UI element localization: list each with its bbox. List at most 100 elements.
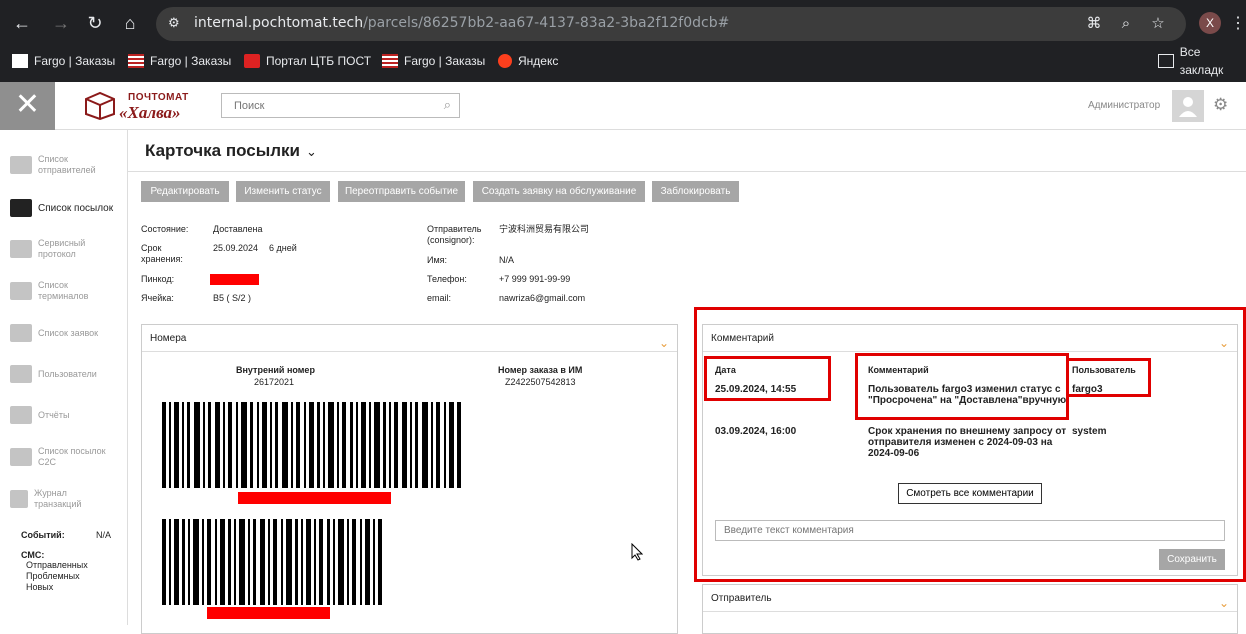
page-title[interactable]: Карточка посылки ⌄	[145, 141, 317, 161]
sidebar-item-service-protocol[interactable]: Сервисный протокол	[10, 234, 108, 264]
bookmark-portal[interactable]: Портал ЦТБ ПОСТ	[244, 52, 371, 70]
col-date: Дата	[715, 365, 736, 375]
search-input[interactable]	[222, 94, 422, 117]
box-c2c-icon	[10, 448, 32, 466]
storage-days: 6 дней	[269, 243, 297, 253]
sender-value: 宁波科洲贸易有限公司	[499, 224, 590, 234]
gear-icon[interactable]: ⚙	[1213, 95, 1228, 115]
barcode-internal	[162, 402, 461, 488]
search-icon[interactable]: ⌕	[444, 97, 451, 113]
comment-user: fargo3	[1072, 384, 1103, 395]
bookmark-yandex[interactable]: Яндекс	[498, 52, 558, 70]
list-icon	[10, 240, 32, 258]
view-all-comments-button[interactable]: Смотреть все комментарии	[898, 483, 1042, 504]
user-silhouette-icon	[1179, 97, 1197, 117]
order-number-value: Z2422507542813	[505, 377, 576, 387]
numbers-panel-header[interactable]: Номера ⌄	[142, 325, 677, 352]
create-service-request-button[interactable]: Создать заявку на обслуживание	[473, 181, 645, 202]
phone-label: Телефон:	[427, 274, 467, 284]
barcode-order	[162, 519, 382, 605]
pin-label: Пинкод:	[141, 274, 175, 284]
terminal-icon	[10, 282, 32, 300]
chevron-down-icon[interactable]: ⌄	[1219, 590, 1229, 617]
profile-avatar[interactable]: X	[1199, 12, 1221, 34]
chevron-down-icon[interactable]: ⌄	[659, 330, 669, 357]
fargo-favicon-icon	[12, 54, 28, 68]
comments-panel-header[interactable]: Комментарий ⌄	[703, 325, 1237, 352]
comment-date: 25.09.2024, 14:55	[715, 384, 797, 395]
user-role: Администратор	[1088, 100, 1161, 111]
name-label: Имя:	[427, 255, 448, 265]
sidebar-item-users[interactable]: Пользователи	[10, 359, 97, 389]
sidebar-item-reports[interactable]: Отчёты	[10, 400, 69, 430]
col-comment: Комментарий	[868, 365, 929, 375]
browser-menu-icon[interactable]: ⋮	[1230, 13, 1246, 33]
sender-label: Отправитель (consignor):	[427, 224, 482, 245]
sidebar-item-terminals[interactable]: Список терминалов	[10, 276, 108, 306]
sidebar-item-requests[interactable]: Список заявок	[10, 318, 98, 348]
back-arrow-icon[interactable]: ←	[9, 10, 35, 36]
col-user: Пользователь	[1072, 365, 1136, 375]
cell-label: Ячейка:	[141, 293, 174, 303]
forward-arrow-icon[interactable]: →	[48, 10, 74, 36]
users-icon	[10, 365, 32, 383]
box-logo-icon	[85, 91, 115, 121]
storage-label: Срок хранения:	[141, 243, 183, 264]
cell-value: B5 ( S/2 )	[213, 293, 252, 303]
home-icon[interactable]: ⌂	[117, 10, 143, 36]
comment-text: Пользователь fargo3 изменил статус с "Пр…	[868, 384, 1067, 406]
sms-problem[interactable]: Проблемных	[26, 571, 88, 582]
translate-icon[interactable]: ⌘	[1084, 14, 1104, 34]
block-button[interactable]: Заблокировать	[652, 181, 739, 202]
sidebar-stats: Событий: N/A СМС: Отправленных Проблемны…	[21, 530, 111, 593]
storage-value: 25.09.2024	[213, 243, 259, 253]
sender-panel: Отправитель ⌄	[702, 584, 1238, 634]
sms-sent[interactable]: Отправленных	[26, 560, 88, 571]
bookmark-fargo-2[interactable]: Fargo | Заказы	[128, 52, 231, 70]
sender-panel-header[interactable]: Отправитель ⌄	[703, 585, 1237, 612]
comment-date: 03.09.2024, 16:00	[715, 426, 797, 437]
address-bar[interactable]: ⚙ internal.pochtomat.tech/parcels/86257b…	[156, 7, 1186, 41]
ruble-icon	[10, 490, 28, 508]
logo[interactable]: ПОЧТОМАТ «Халва»	[83, 90, 193, 124]
sms-new[interactable]: Новых	[26, 582, 88, 593]
bookmark-fargo-3[interactable]: Fargo | Заказы	[382, 52, 485, 70]
search-box[interactable]: ⌕	[221, 93, 460, 118]
events-label: Событий:	[21, 530, 65, 540]
close-menu-icon[interactable]: ✕	[0, 82, 55, 130]
send-icon	[10, 324, 32, 342]
yandex-favicon-icon	[498, 54, 512, 68]
internal-number-value: 26172021	[254, 377, 295, 387]
app-header: ✕ ПОЧТОМАТ «Халва» ⌕ Администратор ⚙	[0, 82, 1246, 130]
zoom-icon[interactable]: ⌕	[1116, 14, 1136, 34]
email-label: email:	[427, 293, 452, 303]
events-value: N/A	[96, 530, 112, 540]
bookmark-star-icon[interactable]: ☆	[1148, 14, 1168, 34]
edit-button[interactable]: Редактировать	[141, 181, 229, 202]
name-value: N/A	[499, 255, 515, 265]
fargo-favicon-icon	[128, 54, 144, 68]
change-status-button[interactable]: Изменить статус	[236, 181, 330, 202]
redacted-barcode-text	[238, 492, 391, 504]
chevron-down-icon[interactable]: ⌄	[306, 144, 317, 159]
chevron-down-icon[interactable]: ⌄	[1219, 330, 1229, 357]
user-avatar[interactable]	[1172, 90, 1204, 122]
all-bookmarks[interactable]: Все закладк	[1158, 45, 1246, 77]
portal-favicon-icon	[244, 54, 260, 68]
comment-input[interactable]	[715, 520, 1225, 541]
site-settings-icon[interactable]: ⚙	[168, 15, 184, 31]
bookmark-fargo-1[interactable]: Fargo | Заказы	[12, 52, 115, 70]
reload-icon[interactable]: ↻	[82, 10, 108, 36]
sidebar-item-parcels-c2c[interactable]: Список посылок C2C	[10, 442, 118, 472]
email-value: nawriza6@gmail.com	[499, 293, 586, 303]
save-comment-button[interactable]: Сохранить	[1159, 549, 1225, 570]
logo-text-bottom: «Халва»	[119, 103, 181, 122]
url-text[interactable]: internal.pochtomat.tech/parcels/86257bb2…	[194, 15, 729, 31]
sidebar-item-parcels[interactable]: Список посылок	[10, 193, 113, 223]
divider	[128, 171, 1246, 172]
resend-event-button[interactable]: Переотправить событие	[338, 181, 465, 202]
sidebar-item-senders[interactable]: Список отправителей	[10, 150, 118, 180]
box-icon	[10, 199, 32, 217]
redacted-barcode-text	[207, 607, 330, 619]
sidebar-item-transactions[interactable]: Журнал транзакций	[10, 484, 104, 514]
